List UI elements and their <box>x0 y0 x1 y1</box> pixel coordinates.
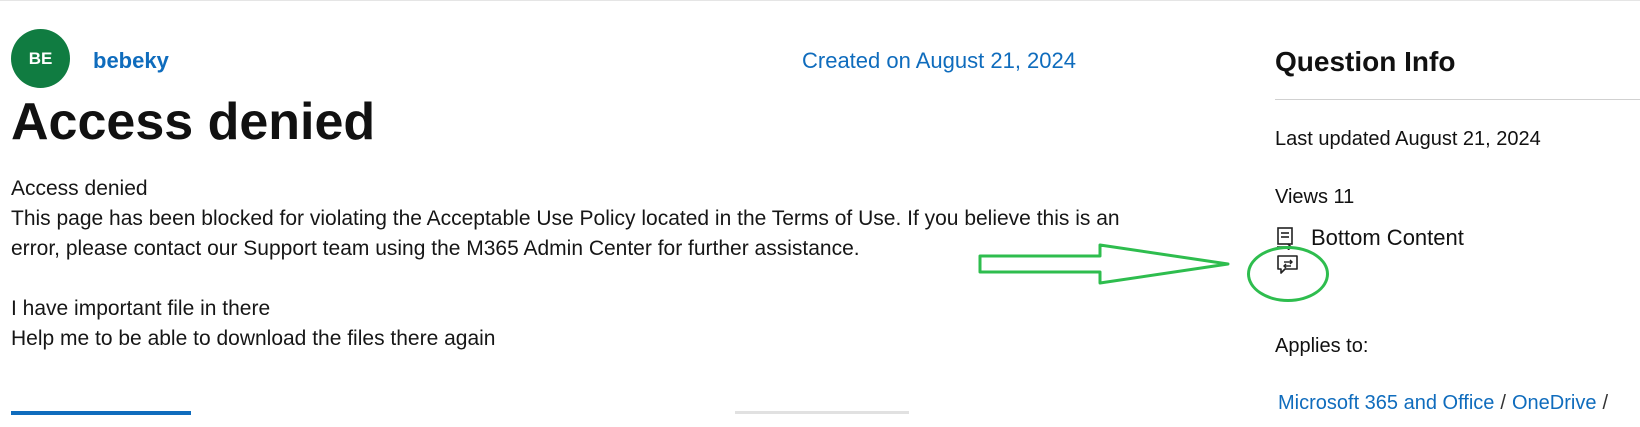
question-info-divider <box>1275 99 1640 100</box>
breadcrumb-separator: / <box>1500 392 1506 414</box>
active-tab-indicator[interactable] <box>11 411 191 415</box>
top-border <box>0 0 1640 1</box>
body-line: Access denied <box>11 177 148 200</box>
bottom-content-label: Bottom Content <box>1311 225 1464 250</box>
product-link-microsoft-365[interactable]: Microsoft 365 and Office <box>1278 392 1494 414</box>
body-line: I have important file in there <box>11 297 271 320</box>
right-arrow-outline-icon <box>970 240 1230 295</box>
avatar[interactable]: BE <box>11 29 70 88</box>
last-updated: Last updated August 21, 2024 <box>1275 128 1541 150</box>
highlight-circle <box>1247 246 1329 302</box>
body-line: Help me to be able to download the files… <box>11 327 496 350</box>
inactive-tab-indicator[interactable] <box>735 411 909 414</box>
views-count: Views 11 <box>1275 186 1355 208</box>
applies-to-links: Microsoft 365 and Office / OneDrive / <box>1278 392 1614 415</box>
applies-to-label: Applies to: <box>1275 335 1369 357</box>
author-name-link[interactable]: bebeky <box>93 48 169 74</box>
question-info-title: Question Info <box>1275 46 1456 77</box>
product-link-onedrive[interactable]: OneDrive <box>1512 392 1596 414</box>
question-title: Access denied <box>11 93 376 151</box>
avatar-initials: BE <box>28 48 53 68</box>
breadcrumb-separator: / <box>1602 392 1609 414</box>
created-date: Created on August 21, 2024 <box>802 48 1076 73</box>
